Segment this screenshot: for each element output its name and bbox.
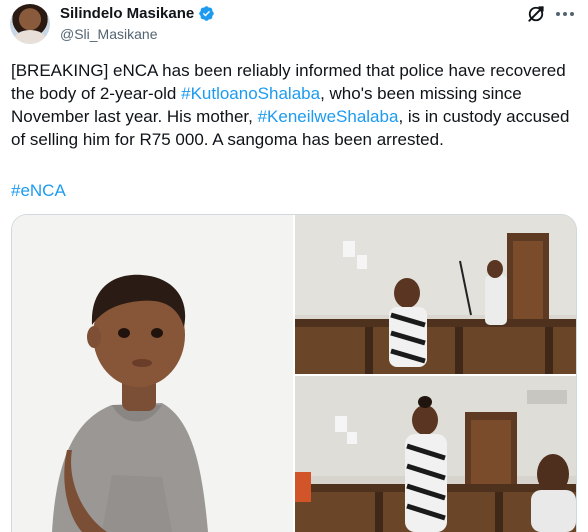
- hashtag-link-enca[interactable]: #eNCA: [11, 181, 66, 200]
- hashtag-link[interactable]: #KeneilweShalaba: [258, 107, 399, 126]
- author-display-name[interactable]: Silindelo Masikane: [60, 5, 194, 22]
- media-grid: [11, 214, 577, 532]
- verified-badge-icon: [199, 6, 214, 21]
- avatar-shoulders: [14, 30, 46, 44]
- hashtag-link[interactable]: #KutloanoShalaba: [181, 84, 320, 103]
- trailing-hashtag-line: #eNCA: [11, 181, 66, 201]
- more-dots-icon[interactable]: [552, 6, 578, 22]
- photo-court-top[interactable]: [295, 215, 576, 374]
- child-portrait-photo: [12, 215, 293, 532]
- author-name-row: Silindelo Masikane: [60, 5, 215, 22]
- courtroom-photo: [295, 215, 576, 374]
- courtroom-photo: [295, 376, 576, 532]
- author-handle[interactable]: @Sli_Masikane: [60, 26, 157, 42]
- photo-court-bottom[interactable]: [295, 376, 576, 532]
- photo-child[interactable]: [12, 215, 293, 532]
- tweet-text: [BREAKING] eNCA has been reliably inform…: [11, 59, 581, 151]
- author-avatar[interactable]: [10, 4, 50, 44]
- grok-icon[interactable]: [526, 4, 546, 24]
